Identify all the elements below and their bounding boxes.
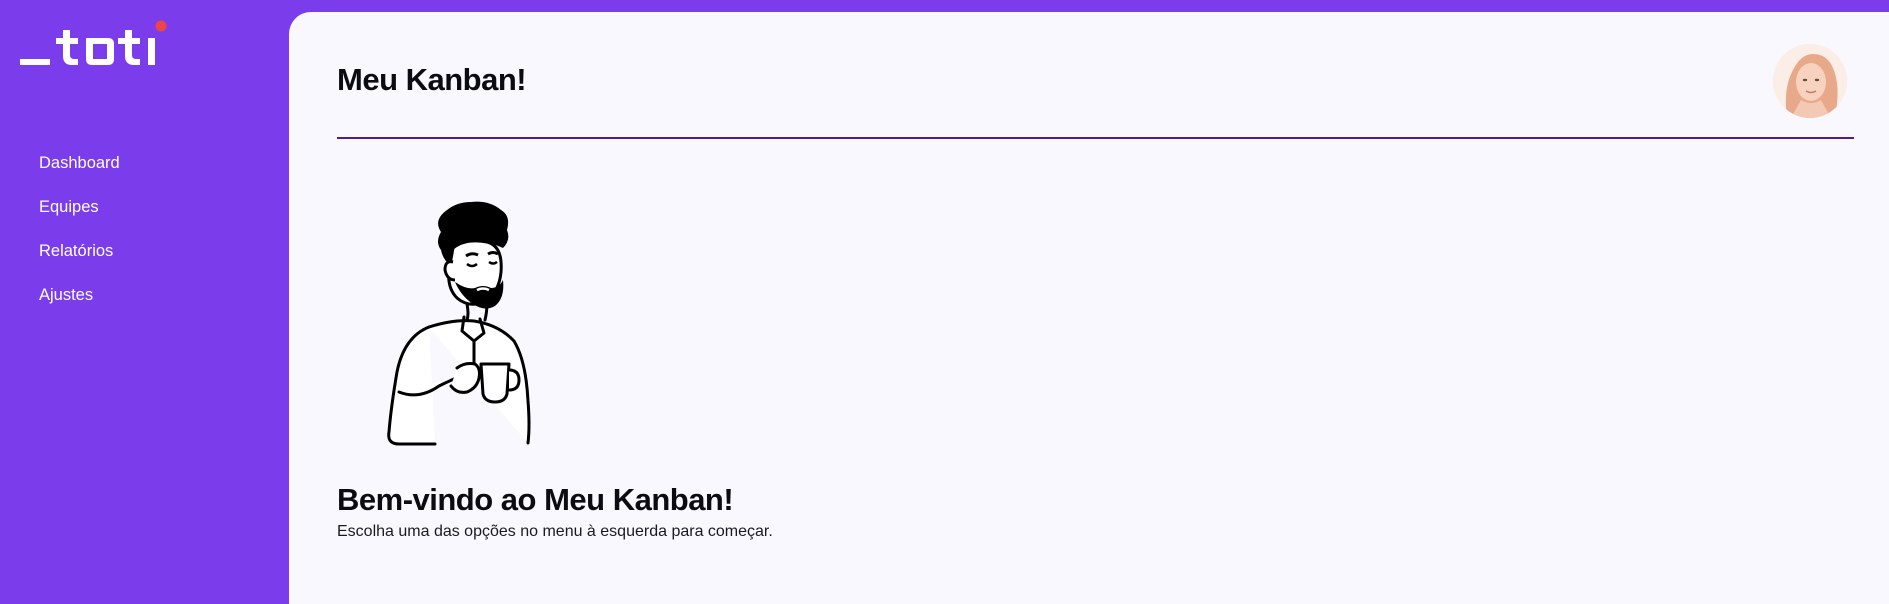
toti-logo[interactable] [20,18,170,68]
app-root: Dashboard Equipes Relatórios Ajustes Meu… [0,0,1889,604]
user-avatar-icon[interactable] [1773,44,1847,118]
sidebar-item-relatorios[interactable]: Relatórios [39,226,120,276]
header-divider [337,137,1854,139]
welcome-subtitle: Escolha uma das opções no menu à esquerd… [337,523,773,540]
sidebar-item-dashboard[interactable]: Dashboard [39,138,120,188]
sidebar-item-label: Ajustes [39,285,94,304]
sidebar-nav: Dashboard Equipes Relatórios Ajustes [39,138,120,320]
sidebar: Dashboard Equipes Relatórios Ajustes [0,0,289,604]
sidebar-item-label: Equipes [39,197,99,216]
main-panel: Meu Kanban! Bem-vindo ao Meu Kanban! Esc… [289,12,1889,604]
sidebar-item-equipes[interactable]: Equipes [39,182,120,232]
welcome-title: Bem-vindo ao Meu Kanban! [337,482,734,517]
page-title: Meu Kanban! [337,62,527,97]
sidebar-item-ajustes[interactable]: Ajustes [39,270,120,320]
man-drinking-coffee-illustration-icon [387,201,531,446]
sidebar-item-label: Relatórios [39,241,114,260]
sidebar-item-label: Dashboard [39,153,120,172]
